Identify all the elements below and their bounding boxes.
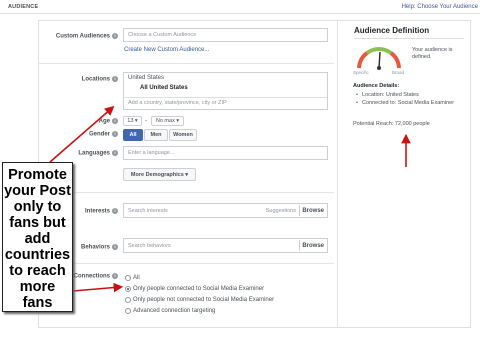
callout-line: only to — [13, 199, 62, 215]
callout-line: add — [24, 231, 51, 247]
arrow-to-connections — [72, 282, 124, 293]
callout-line: fans but — [9, 215, 66, 231]
callout-line: your Post — [4, 183, 71, 199]
annotation-callout: Promote your Post only to fans but add c… — [2, 162, 73, 312]
callout-line: more — [19, 279, 56, 295]
callout-line: fans — [22, 295, 53, 311]
arrow-to-locations — [49, 105, 115, 163]
callout-line: countries — [4, 247, 71, 263]
callout-line: to reach — [9, 263, 66, 279]
callout-line: Promote — [8, 167, 67, 183]
